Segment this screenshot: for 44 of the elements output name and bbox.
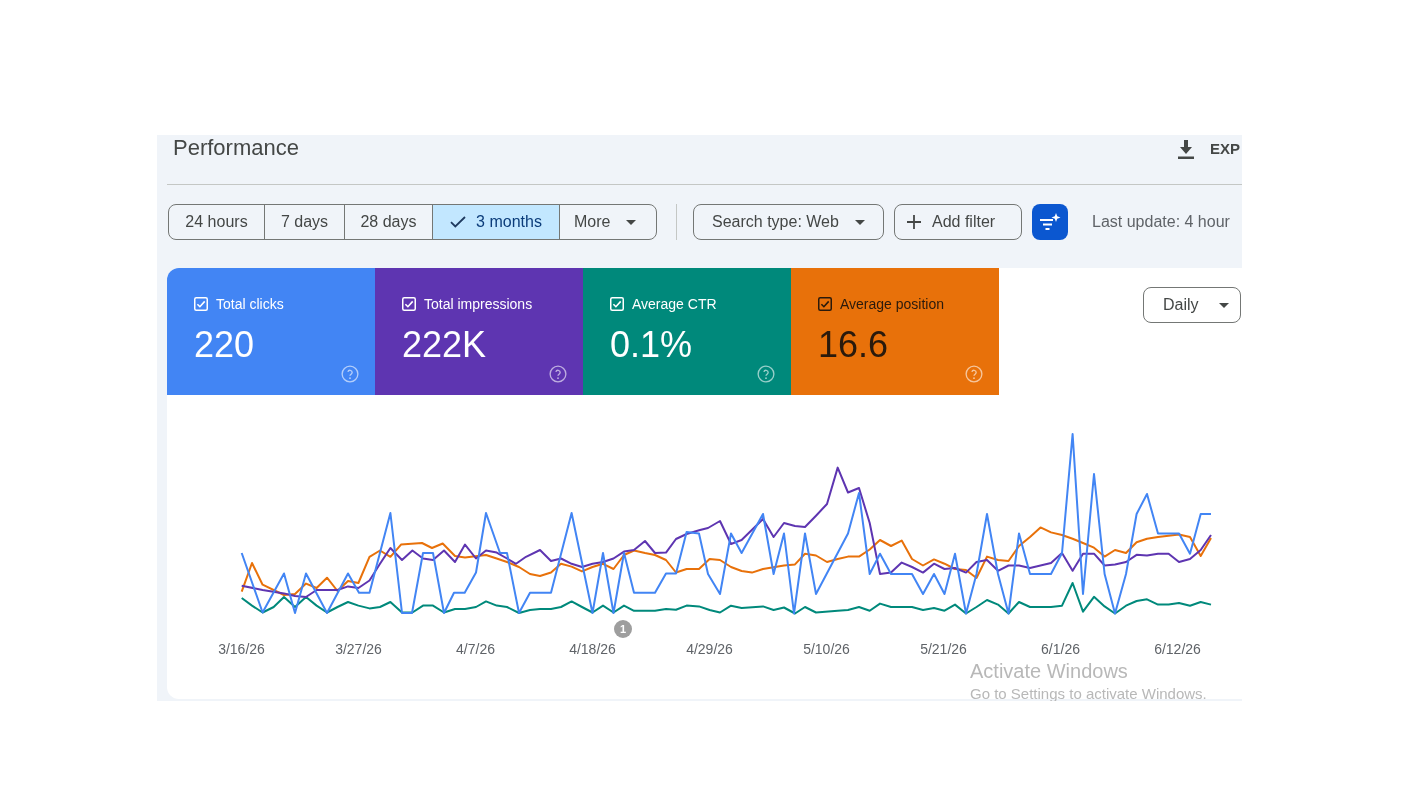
metric-value: 222K: [402, 325, 487, 365]
download-icon: [1178, 139, 1194, 159]
axis-label: 4/7/26: [456, 640, 495, 658]
axis-label: 6/1/26: [1041, 640, 1080, 658]
metric-value: 0.1%: [610, 325, 693, 365]
granularity-dropdown[interactable]: Daily: [1143, 287, 1241, 323]
metric-value: 220: [194, 325, 255, 365]
plus-icon: [907, 215, 921, 229]
export-button[interactable]: EXP: [1170, 138, 1242, 160]
metric-tile[interactable]: Average CTR 0.1%: [583, 268, 791, 395]
metric-tile[interactable]: Average position 16.6: [791, 268, 999, 395]
caret-icon: [1218, 302, 1229, 308]
metric-label: Average position: [840, 296, 945, 312]
page-title: Performance: [173, 136, 299, 160]
axis-label: 4/29/26: [686, 640, 733, 658]
axis-label: 3/16/26: [218, 640, 265, 658]
filter-button[interactable]: [1032, 204, 1068, 240]
date-range-button[interactable]: 3 months: [432, 205, 559, 239]
metric-tile[interactable]: Total clicks 220: [167, 268, 375, 395]
add-filter-button[interactable]: Add filter: [894, 204, 1022, 240]
help-icon[interactable]: [549, 365, 567, 383]
activation-notice-title: Activate Windows: [970, 660, 1129, 682]
help-icon[interactable]: [757, 365, 775, 383]
check-icon: [450, 216, 467, 228]
axis-label: 4/18/26: [569, 640, 616, 658]
last-update-text: Last update: 4 hour: [1092, 212, 1230, 232]
metric-checkbox[interactable]: [818, 297, 832, 311]
metric-value: 16.6: [818, 325, 889, 365]
axis-label: 5/21/26: [920, 640, 967, 658]
date-range-button[interactable]: 7 days: [264, 205, 344, 239]
caret-icon: [855, 219, 865, 225]
axis-label: 5/10/26: [803, 640, 850, 658]
date-range-button[interactable]: 24 hours: [169, 205, 264, 239]
search-type-dropdown[interactable]: Search type: Web: [693, 204, 884, 240]
axis-label: 3/27/26: [335, 640, 382, 658]
metric-label: Total clicks: [216, 296, 284, 312]
metric-label: Total impressions: [424, 296, 533, 312]
filter-sparkle-icon: [1039, 213, 1061, 231]
metric-tile[interactable]: Total impressions 222K: [375, 268, 583, 395]
more-dropdown[interactable]: More: [559, 205, 656, 239]
caret-icon: [626, 219, 636, 225]
axis-label: 6/12/26: [1154, 640, 1201, 658]
help-icon[interactable]: [341, 365, 359, 383]
metric-label: Average CTR: [632, 296, 717, 312]
